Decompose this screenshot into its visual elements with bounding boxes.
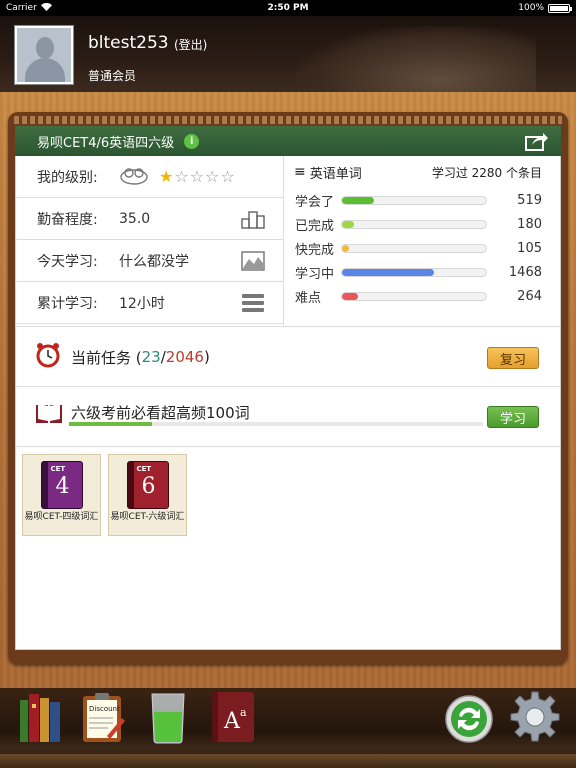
star-empty-icon: ☆ — [220, 167, 235, 186]
diligence-value: 35.0 — [119, 210, 151, 227]
word-plan-progress — [69, 422, 483, 426]
today-label: 今天学习: — [37, 253, 98, 270]
word-status-progress — [341, 243, 487, 253]
member-level: 普通会员 — [88, 69, 137, 83]
word-status-progress — [341, 219, 487, 229]
book-caption: 易呗CET-四级词汇 — [24, 512, 99, 522]
avatar[interactable] — [14, 25, 74, 85]
user-stats: 我的级别: ★ ☆ ☆ ☆ ☆ 勤奋程度: 35.0 今天学习: 什么都没学 累… — [15, 156, 283, 326]
book-tile-cet6[interactable]: CET 6 易呗CET-六级词汇 — [108, 454, 187, 536]
word-status-label: 学习中 — [295, 266, 335, 282]
bookshelf-icon[interactable] — [18, 690, 64, 748]
word-stats-title: 英语单词 — [309, 166, 362, 182]
star-empty-icon: ☆ — [205, 167, 220, 186]
battery-icon — [548, 3, 572, 13]
svg-text:A: A — [223, 709, 241, 734]
word-status-count: 180 — [517, 216, 542, 232]
battery-percent: 100% — [518, 3, 544, 13]
diligence-label: 勤奋程度: — [37, 211, 98, 228]
header-background — [296, 26, 536, 92]
book-tile-cet4[interactable]: CET 4 易呗CET-四级词汇 — [22, 454, 101, 536]
profile-header: bltest253 (登出) 普通会员 — [0, 16, 576, 92]
info-icon[interactable]: i — [184, 133, 200, 149]
today-row: 今天学习: 什么都没学 — [15, 240, 283, 282]
cet6-book-icon: CET 6 — [126, 461, 169, 509]
star-empty-icon: ☆ — [189, 167, 205, 186]
today-value: 什么都没学 — [119, 253, 189, 270]
clock: 2:50 PM — [267, 3, 309, 13]
word-status-row[interactable]: 学会了 519 — [290, 188, 550, 212]
course-title-bar: 易呗CET4/6英语四六级 i — [15, 126, 561, 156]
word-status-count: 519 — [517, 192, 542, 208]
word-status-row[interactable]: 快完成 105 — [290, 236, 550, 260]
clipboard-icon[interactable]: Discount — [80, 690, 126, 748]
svg-text:a: a — [240, 706, 247, 719]
word-stats: ≡ 英语单词 学习过 2280 个条目 学会了 519 已完成 180 快完成 105 学习… — [290, 156, 550, 326]
stack-icon — [241, 293, 265, 317]
share-icon[interactable] — [525, 131, 549, 151]
wifi-icon — [40, 2, 52, 14]
word-status-label: 学会了 — [295, 194, 335, 210]
total-row: 累计学习: 12小时 — [15, 282, 283, 324]
svg-text:Discount: Discount — [89, 705, 120, 713]
diligence-row: 勤奋程度: 35.0 — [15, 198, 283, 240]
podium-icon — [241, 209, 265, 233]
level-label: 我的级别: — [37, 169, 98, 186]
bottom-dock: Discount A a — [0, 688, 576, 768]
carrier-label: Carrier — [6, 3, 37, 13]
task-done-count: 23 — [141, 348, 161, 366]
current-task-label: 当前任务 ( — [71, 348, 142, 367]
level-row: 我的级别: ★ ☆ ☆ ☆ ☆ — [15, 156, 283, 198]
level-badge-icon — [119, 164, 149, 190]
level-stars: ★ ☆ ☆ ☆ ☆ — [159, 167, 235, 186]
word-status-progress — [341, 291, 487, 301]
landscape-chart-icon — [241, 251, 265, 275]
word-status-count: 105 — [517, 240, 542, 256]
word-plan-row: 六级考前必看超高频100词 学习 — [15, 388, 561, 446]
word-status-progress — [341, 267, 487, 277]
alarm-clock-icon — [35, 342, 61, 372]
star-filled-icon: ★ — [159, 167, 174, 186]
word-status-progress — [341, 195, 487, 205]
book-caption: 易呗CET-六级词汇 — [110, 512, 185, 522]
task-close-paren: ) — [203, 348, 210, 366]
total-label: 累计学习: — [37, 295, 98, 312]
word-status-count: 1468 — [508, 264, 542, 280]
word-status-row[interactable]: 已完成 180 — [290, 212, 550, 236]
sync-icon[interactable] — [444, 694, 494, 748]
course-title: 易呗CET4/6英语四六级 — [37, 135, 175, 151]
word-status-row[interactable]: 难点 264 — [290, 284, 550, 308]
word-status-label: 快完成 — [295, 242, 335, 258]
review-button[interactable]: 复习 — [487, 347, 539, 369]
task-total-count: 2046 — [165, 348, 204, 366]
word-stats-summary: 学习过 2280 个条目 — [431, 165, 542, 180]
settings-icon[interactable] — [508, 690, 562, 748]
status-bar: Carrier 2:50 PM 100% — [0, 0, 576, 16]
word-status-row[interactable]: 学习中 1468 — [290, 260, 550, 284]
username: bltest253 — [88, 33, 169, 53]
word-status-label: 已完成 — [295, 218, 335, 234]
dictionary-icon[interactable]: A a — [210, 690, 256, 748]
star-empty-icon: ☆ — [174, 167, 189, 186]
beaker-icon[interactable] — [146, 690, 190, 748]
book-list: CET 4 易呗CET-四级词汇 CET 6 易呗CET-六级词汇 — [22, 454, 187, 536]
open-book-icon — [35, 402, 63, 428]
word-status-count: 264 — [517, 288, 542, 304]
word-plan-label[interactable]: 六级考前必看超高频100词 — [71, 402, 250, 423]
study-button[interactable]: 学习 — [487, 406, 539, 428]
current-task-row: 当前任务 (23/2046) 复习 — [15, 327, 561, 387]
list-menu-icon: ≡ — [294, 164, 306, 180]
total-value: 12小时 — [119, 295, 165, 312]
word-stats-header: ≡ 英语单词 学习过 2280 个条目 — [290, 156, 550, 188]
word-status-label: 难点 — [295, 290, 322, 306]
cet4-book-icon: CET 4 — [40, 461, 83, 509]
logout-link[interactable]: (登出) — [174, 36, 207, 53]
